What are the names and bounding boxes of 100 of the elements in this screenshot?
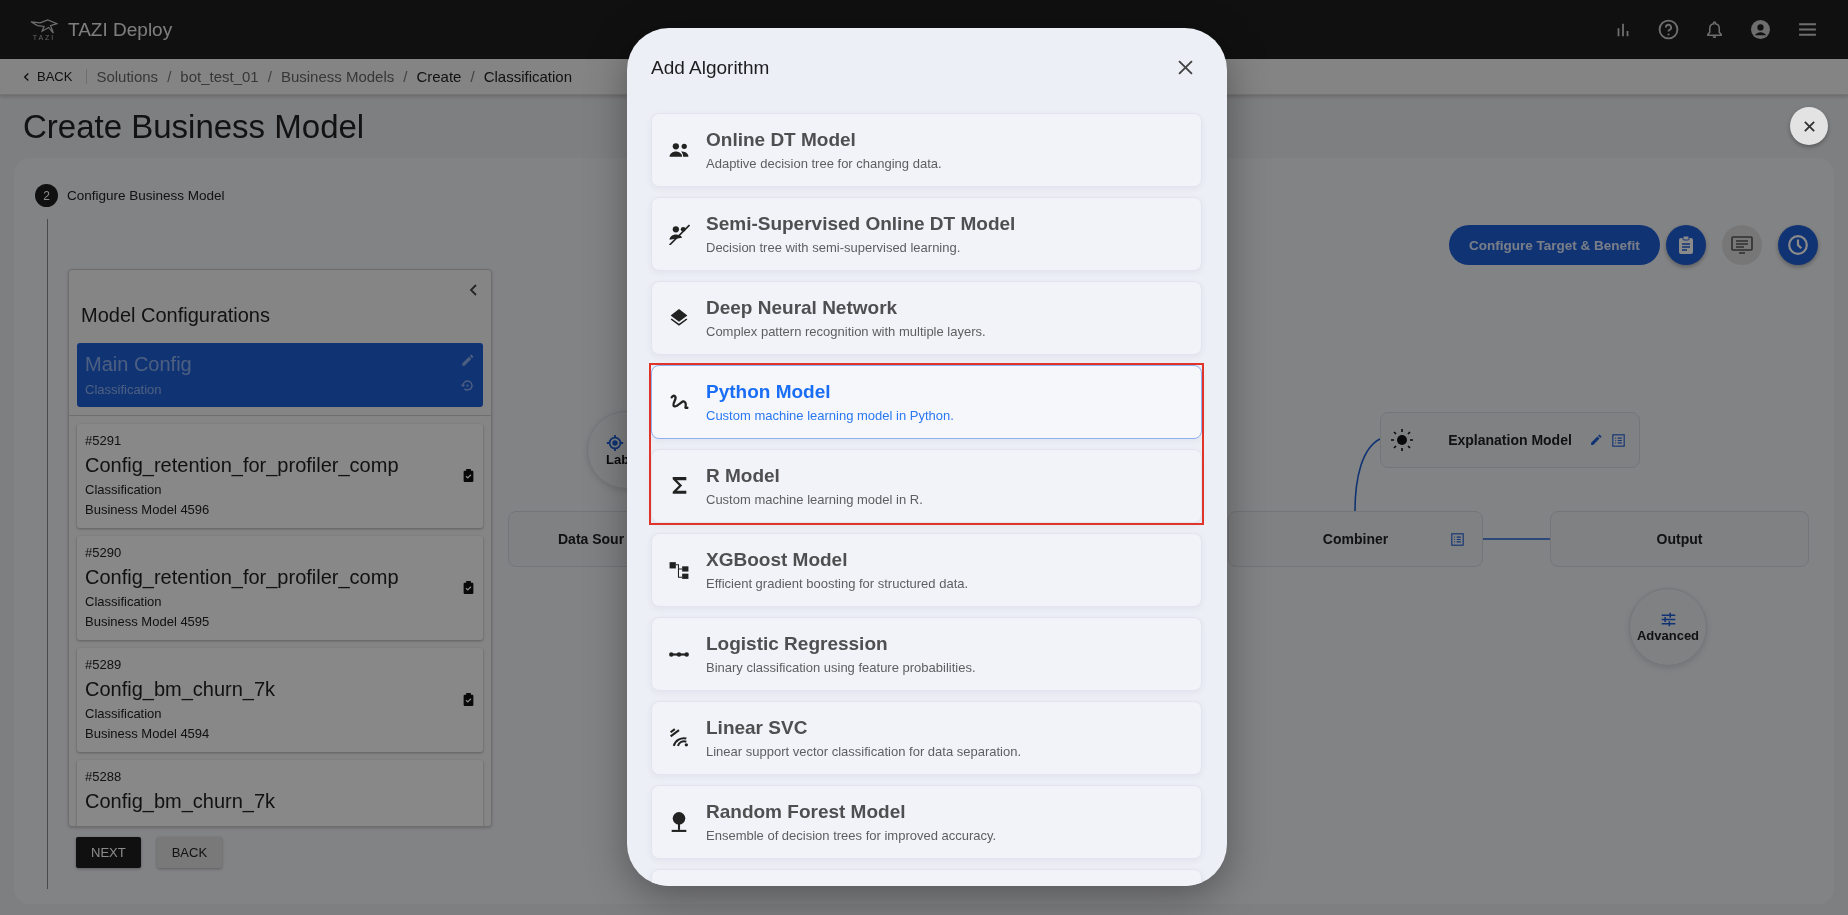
breadcrumb-item[interactable]: bot_test_01: [180, 68, 259, 85]
target-icon: [606, 433, 624, 452]
node-label: Data Sour: [558, 531, 625, 547]
algorithm-description: Custom machine learning model in R.: [706, 492, 923, 507]
close-icon: [1178, 60, 1193, 75]
algorithm-name: Deep Neural Network: [706, 297, 899, 319]
connector-line: [1482, 538, 1551, 540]
breadcrumb-separator: /: [167, 68, 172, 85]
breadcrumb-separator: /: [267, 68, 272, 85]
people-slashed-icon: [668, 223, 690, 245]
algorithm-option[interactable]: Random Forest Model Ensemble of decision trees for improved accuracy.: [651, 785, 1202, 859]
breadcrumb-item[interactable]: Business Models: [280, 68, 395, 85]
algorithm-name: Online DT Model: [706, 129, 857, 151]
config-name: Main Config: [85, 353, 192, 376]
config-name: Config_retention_for_profiler_comp: [85, 566, 399, 589]
business-model-name: Business Model 4594: [85, 726, 211, 741]
chevron-left-icon: [22, 71, 31, 82]
algorithm-description: Binary classification using feature probabilities.: [706, 660, 976, 675]
algorithm-option[interactable]: XGBoost Model Efficient gradient boosting for structured data.: [651, 533, 1202, 607]
algorithm-name: Logistic Regression: [706, 633, 889, 655]
node-label: Explanation Model: [1448, 432, 1572, 448]
configure-target-button[interactable]: Configure Target & Benefit: [1449, 225, 1660, 265]
algorithm-description: Custom machine learning model in Python.: [706, 408, 954, 423]
next-button[interactable]: NEXT: [76, 837, 141, 868]
dotted-line-icon: [668, 651, 690, 657]
node-label: Output: [1656, 531, 1703, 547]
step-number: 2: [35, 184, 58, 207]
flow-node[interactable]: Combiner: [1228, 511, 1483, 567]
business-model-name: Business Model 4595: [85, 614, 211, 629]
algorithm-option[interactable]: Semi-Supervised Online DT Model Decision tree with semi-supervised learning.: [651, 197, 1202, 271]
bell-icon[interactable]: [1705, 20, 1724, 39]
monitor-icon: [1731, 235, 1753, 255]
app-title: TAZI Deploy: [68, 18, 173, 41]
close-button[interactable]: [1790, 107, 1828, 145]
algorithm-name: XGBoost Model: [706, 549, 849, 571]
algorithm-description: Adaptive decision tree for changing data.: [706, 156, 942, 171]
algorithm-description: Complex pattern recognition with multiple layers.: [706, 324, 986, 339]
config-name: Config_retention_for_profiler_comp: [85, 454, 399, 477]
collapse-chevron-icon[interactable]: [469, 284, 479, 296]
algorithm-option[interactable]: Deep Neural Network Complex pattern recognition with multiple layers.: [651, 281, 1202, 355]
list-icon[interactable]: [1612, 433, 1625, 447]
config-type: Classification: [85, 706, 163, 721]
help-icon[interactable]: [1658, 19, 1679, 40]
breadcrumb-item: Classification: [483, 68, 572, 85]
config-type: Classification: [85, 594, 163, 609]
algorithm-option[interactable]: Online DT Model Adaptive decision tree for changing data.: [651, 113, 1202, 187]
config-card[interactable]: #5288 Config_bm_churn_7k: [77, 760, 483, 826]
clock-icon: [1787, 234, 1809, 256]
clipboard-button[interactable]: [1666, 225, 1706, 265]
page-title: Create Business Model: [23, 107, 365, 146]
business-model-name: Business Model 4596: [85, 502, 211, 517]
bird-logo-icon: [30, 18, 58, 34]
algorithm-option[interactable]: R Model Custom machine learning model in R.: [651, 449, 1202, 523]
sun-icon: [1390, 428, 1414, 452]
config-id: #5288: [85, 769, 123, 784]
algorithm-option[interactable]: Linear SVC Linear support vector classification for data separation.: [651, 701, 1202, 775]
breadcrumb-separator: /: [470, 68, 475, 85]
algorithm-name: Semi-Supervised Online DT Model: [706, 213, 1016, 235]
clipboard-icon: [1676, 235, 1696, 255]
clock-button[interactable]: [1778, 225, 1818, 265]
clipboard-check-icon[interactable]: [462, 468, 475, 482]
algorithm-description: Linear support vector classification for data separation.: [706, 744, 1022, 759]
config-id: #5291: [85, 433, 123, 448]
sliders-icon: [1659, 611, 1677, 628]
account-icon[interactable]: [1750, 19, 1771, 40]
config-card[interactable]: #5290 Config_retention_for_profiler_comp Classification Business Model 4595: [77, 536, 483, 640]
node-label: Advanced: [1636, 628, 1700, 643]
algorithm-name: R Model: [706, 465, 781, 487]
flow-node[interactable]: Output: [1550, 511, 1809, 567]
breadcrumb-separator: /: [403, 68, 408, 85]
algorithm-option[interactable]: Logistic Regression Binary classification using feature probabilities.: [651, 617, 1202, 691]
config-card[interactable]: #5291 Config_retention_for_profiler_comp Classification Business Model 4596: [77, 424, 483, 528]
algorithm-option[interactable]: Python Model Custom machine learning model in Python.: [651, 365, 1202, 439]
clipboard-check-icon[interactable]: [462, 580, 475, 594]
advanced-node[interactable]: Advanced: [1629, 588, 1707, 666]
algorithm-name: Linear SVC: [706, 717, 809, 739]
flow-node[interactable]: Explanation Model: [1380, 412, 1640, 468]
algorithm-name: Python Model: [706, 381, 832, 403]
dialog-title: Add Algorithm: [651, 56, 770, 79]
clipboard-check-icon[interactable]: [462, 692, 475, 706]
config-id: #5289: [85, 657, 123, 672]
config-id: #5290: [85, 545, 123, 560]
algorithm-name: Random Forest Model: [706, 801, 907, 823]
config-name: Config_bm_churn_7k: [85, 678, 276, 701]
algorithm-description: Ensemble of decision trees for improved accuracy.: [706, 828, 997, 843]
hierarchy-icon: [668, 559, 690, 581]
node-label: Combiner: [1322, 531, 1389, 547]
list-icon[interactable]: [1451, 532, 1464, 546]
breadcrumb-item[interactable]: Solutions: [96, 68, 159, 85]
breadcrumb-item: Create: [416, 68, 462, 85]
edit-icon[interactable]: [1589, 433, 1603, 447]
config-card[interactable]: #5289 Config_bm_churn_7k Classification Business Model 4594: [77, 648, 483, 752]
config-name: Config_bm_churn_7k: [85, 790, 276, 813]
step-label: Configure Business Model: [67, 188, 225, 203]
signal-waves-icon: [668, 727, 690, 749]
back-button[interactable]: BACK: [156, 837, 223, 868]
close-icon: [1802, 119, 1816, 133]
algorithm-description: Decision tree with semi-supervised learning.: [706, 240, 962, 255]
back-link[interactable]: BACK: [22, 69, 88, 84]
panel-title: Model Configurations: [81, 304, 270, 327]
